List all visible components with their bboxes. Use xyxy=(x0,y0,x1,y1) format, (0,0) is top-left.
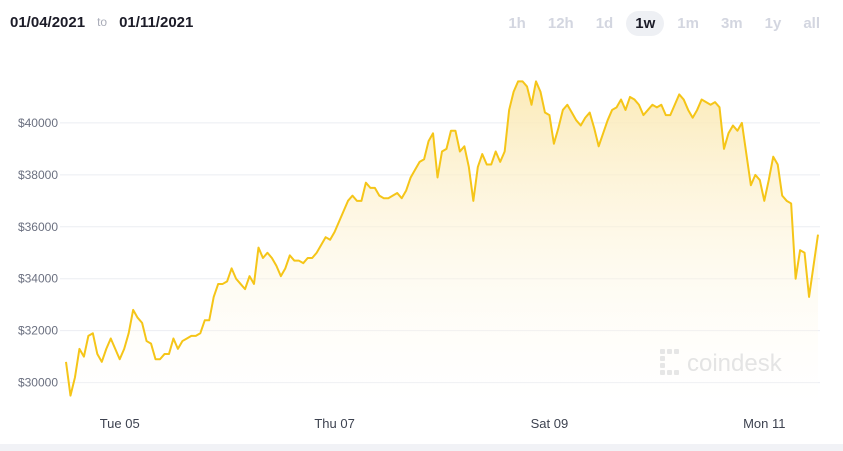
x-tick-label: Tue 05 xyxy=(100,416,140,431)
y-tick-label: $30000 xyxy=(18,376,58,390)
coindesk-wordmark: coindesk xyxy=(687,350,783,377)
bottom-divider xyxy=(0,444,843,451)
y-tick-label: $34000 xyxy=(18,272,58,286)
x-tick-label: Sat 09 xyxy=(531,416,569,431)
y-tick-label: $36000 xyxy=(18,220,58,234)
y-tick-label: $40000 xyxy=(18,116,58,130)
price-chart[interactable]: $30000 $32000 $34000 $36000 $38000 $40000 Tue… xyxy=(0,0,843,451)
x-tick-label: Thu 07 xyxy=(314,416,354,431)
y-tick-label: $32000 xyxy=(18,324,58,338)
x-axis: Tue 05 Thu 07 Sat 09 Mon 11 xyxy=(100,416,786,431)
y-axis: $30000 $32000 $34000 $36000 $38000 $40000 xyxy=(18,116,58,390)
x-tick-label: Mon 11 xyxy=(743,416,785,431)
y-tick-label: $38000 xyxy=(18,168,58,182)
